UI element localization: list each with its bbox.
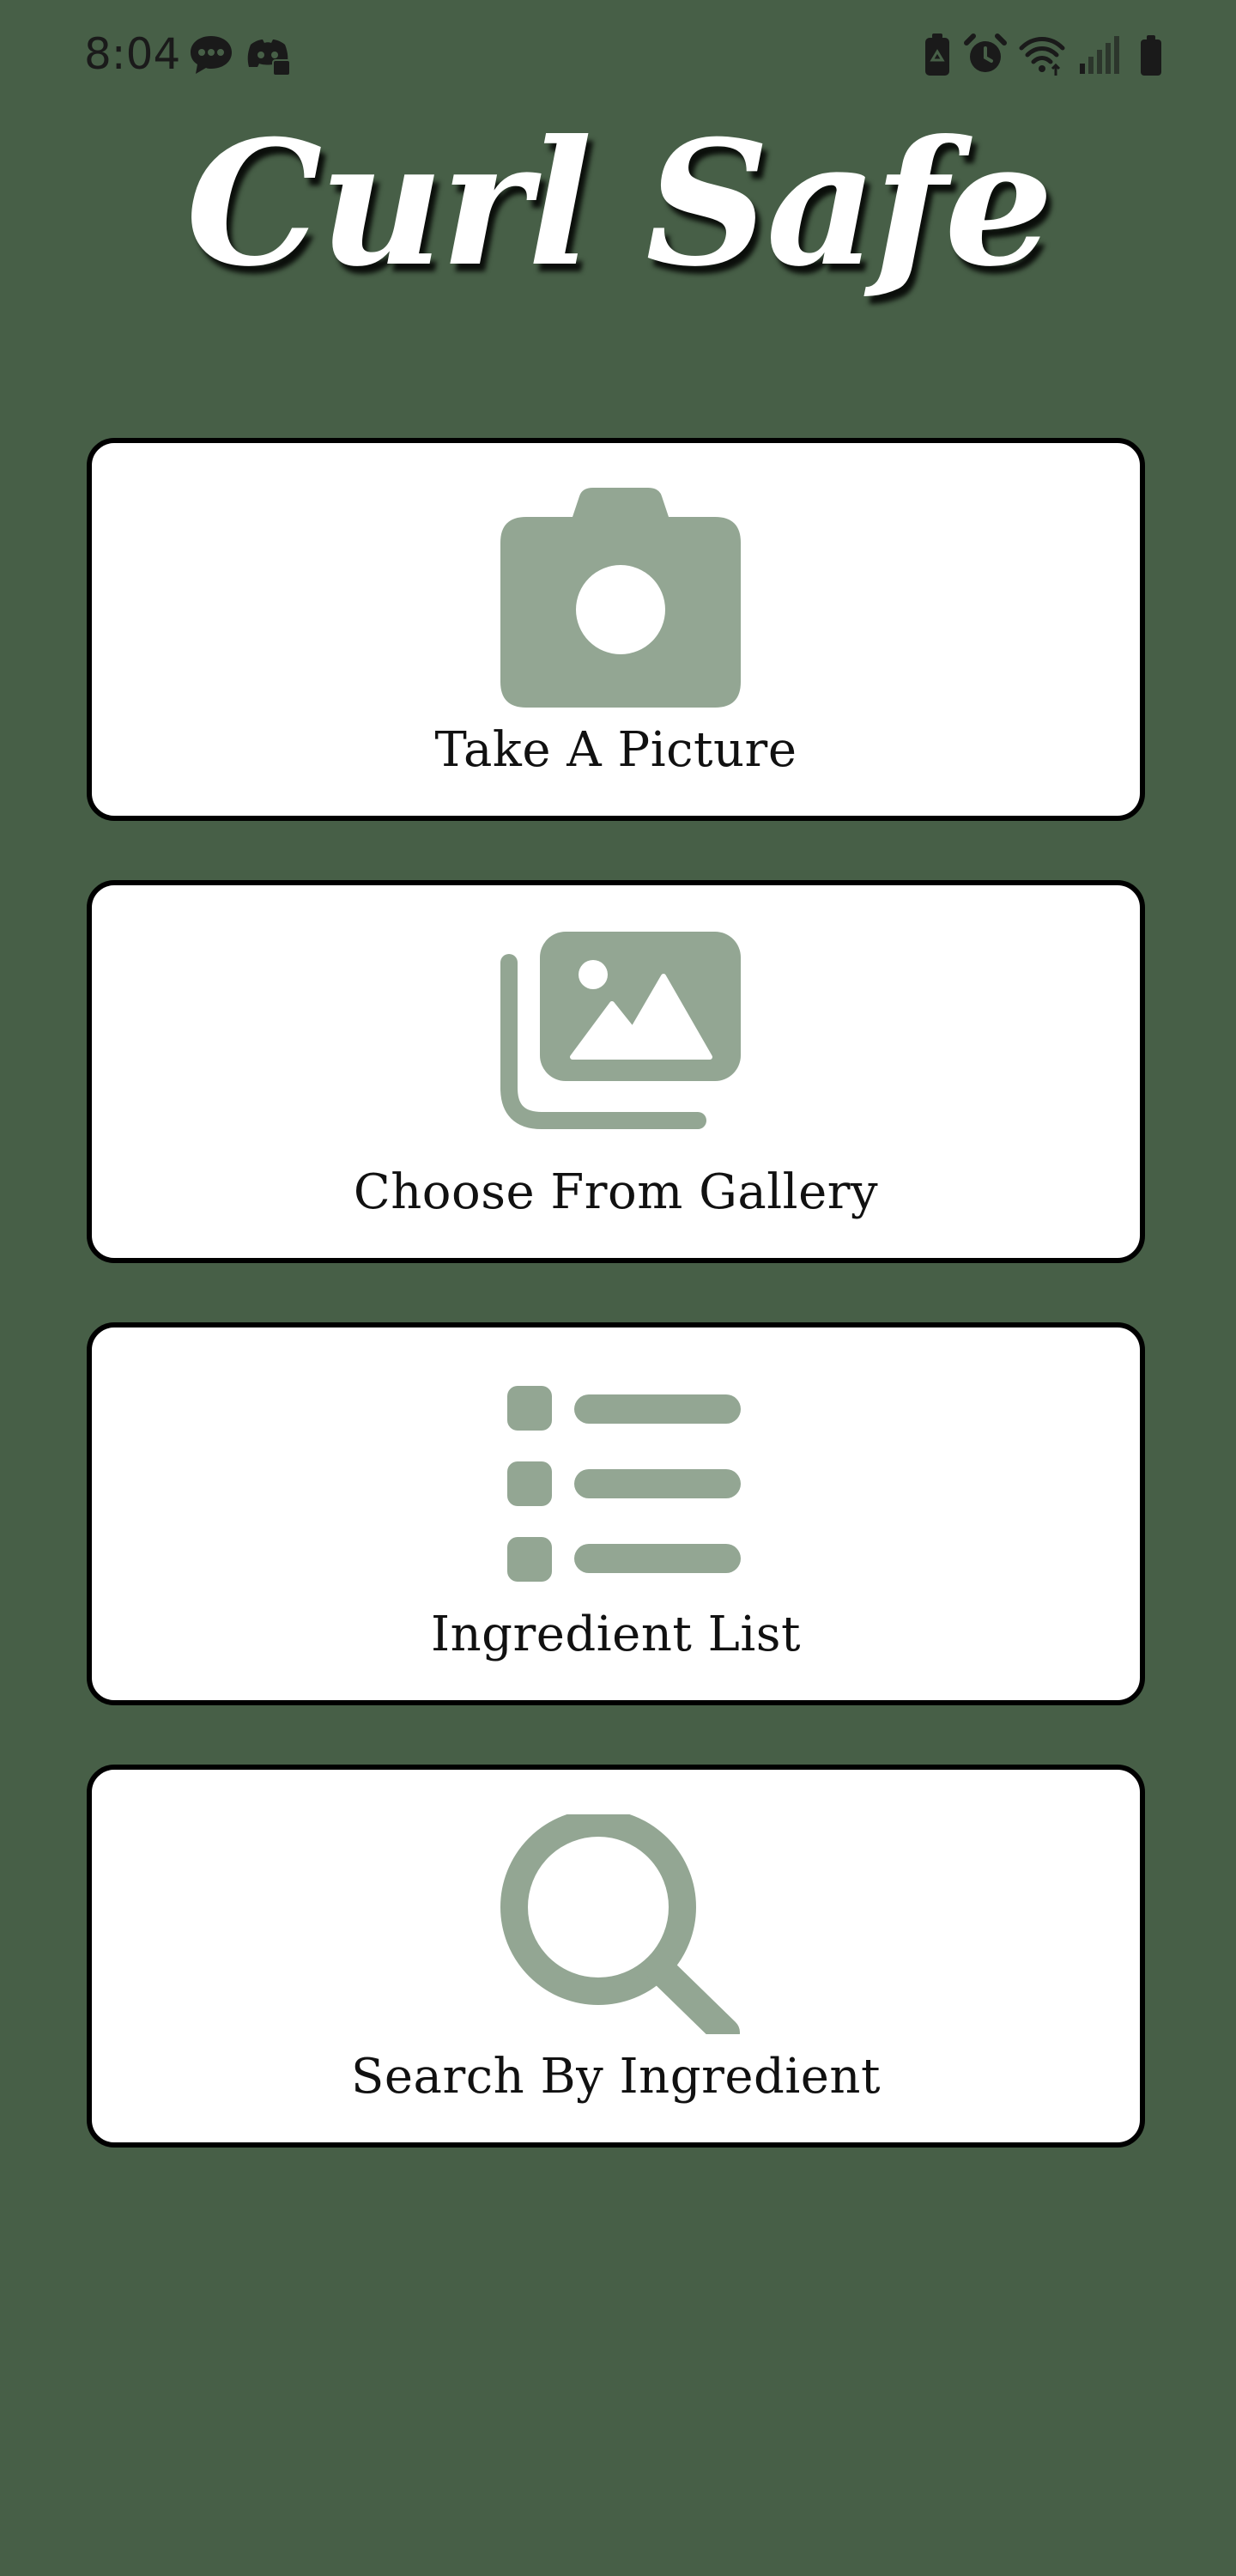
chat-bubble-icon: [191, 36, 232, 74]
list-icon: [507, 1386, 741, 1582]
choose-gallery-label: Choose From Gallery: [353, 1164, 879, 1220]
battery-saver-icon: [925, 33, 949, 76]
battery-icon: [1141, 35, 1161, 76]
take-picture-label: Take A Picture: [434, 722, 797, 778]
discord-icon: [247, 39, 291, 76]
choose-gallery-button[interactable]: Choose From Gallery: [87, 880, 1145, 1263]
camera-icon: [500, 488, 741, 708]
wifi-icon: [1019, 37, 1065, 76]
search-ingredient-button[interactable]: Search By Ingredient: [87, 1765, 1145, 2148]
search-ingredient-label: Search By Ingredient: [351, 2049, 881, 2105]
app-title: Curl Safe: [185, 103, 1054, 305]
search-icon: [500, 1814, 740, 2034]
ingredient-list-button[interactable]: Ingredient List: [87, 1322, 1145, 1705]
ingredient-list-label: Ingredient List: [430, 1607, 802, 1662]
status-bar: 8:04: [0, 0, 1236, 103]
status-time: 8:04: [84, 29, 181, 79]
gallery-icon: [500, 932, 741, 1129]
signal-icon: [1080, 36, 1119, 74]
take-picture-button[interactable]: Take A Picture: [87, 438, 1145, 821]
alarm-icon: [964, 33, 1007, 72]
